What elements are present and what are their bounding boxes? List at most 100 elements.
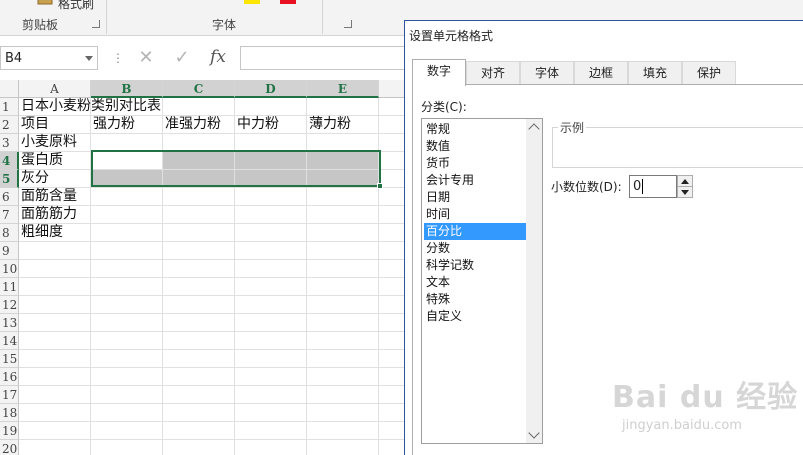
table-cell[interactable] [235,386,307,404]
table-cell[interactable] [91,242,163,260]
enter-icon[interactable]: ✓ [171,47,193,69]
row-header[interactable]: 2 [0,116,19,134]
table-cell[interactable] [19,314,91,332]
table-cell[interactable] [163,242,235,260]
table-cell[interactable] [235,332,307,350]
row-header[interactable]: 6 [0,188,19,206]
tab-4[interactable]: 填充 [628,61,682,85]
formula-input[interactable] [240,46,420,70]
table-cell[interactable] [307,314,379,332]
row-header[interactable]: 4 [0,152,19,170]
table-cell[interactable] [91,296,163,314]
table-cell[interactable] [235,278,307,296]
table-cell[interactable] [307,152,379,170]
table-cell[interactable] [163,404,235,422]
table-cell[interactable] [163,314,235,332]
row-header[interactable]: 11 [0,278,19,296]
table-cell[interactable] [163,350,235,368]
table-cell[interactable] [163,386,235,404]
decimal-places-input[interactable]: 0 [629,175,677,198]
table-cell[interactable] [91,260,163,278]
table-cell[interactable] [91,206,163,224]
table-cell[interactable] [307,386,379,404]
table-cell[interactable] [307,224,379,242]
insert-function-icon[interactable]: fx [207,47,229,69]
table-cell[interactable] [19,422,91,440]
table-cell[interactable] [307,242,379,260]
row-header[interactable]: 9 [0,242,19,260]
category-item[interactable]: 货币 [424,155,526,172]
table-cell[interactable] [163,332,235,350]
table-cell[interactable] [91,440,163,455]
table-cell[interactable] [91,350,163,368]
table-cell[interactable]: 日本小麦粉类别对比表 [19,98,161,116]
spin-up-icon[interactable] [681,179,689,184]
table-cell[interactable] [19,386,91,404]
table-cell[interactable] [307,368,379,386]
table-cell[interactable] [163,278,235,296]
table-cell[interactable]: 项目 [19,116,91,134]
table-cell[interactable] [235,134,307,152]
name-box[interactable]: B4 [0,46,98,70]
row-header[interactable]: 18 [0,404,19,422]
row-header[interactable]: 20 [0,440,19,455]
table-cell[interactable] [307,278,379,296]
column-header[interactable]: C [163,80,235,98]
column-header[interactable]: A [19,80,91,98]
tab-2[interactable]: 字体 [520,61,574,85]
column-header[interactable]: E [307,80,379,98]
spin-down-icon[interactable] [681,190,689,195]
table-cell[interactable] [235,260,307,278]
category-item[interactable]: 常规 [424,121,526,138]
table-cell[interactable] [307,206,379,224]
table-cell[interactable] [235,206,307,224]
category-item[interactable]: 日期 [424,189,526,206]
table-cell[interactable] [91,278,163,296]
column-header[interactable]: D [235,80,307,98]
table-cell[interactable] [19,368,91,386]
table-cell[interactable] [91,386,163,404]
table-cell[interactable] [235,242,307,260]
cancel-icon[interactable]: ✕ [135,47,157,69]
table-cell[interactable] [91,170,163,188]
table-cell[interactable] [307,134,379,152]
table-cell[interactable] [307,440,379,455]
table-cell[interactable]: 面筋含量 [19,188,91,206]
row-header[interactable]: 10 [0,260,19,278]
highlight-color-swatch[interactable] [244,0,260,4]
table-cell[interactable] [91,314,163,332]
category-item[interactable]: 时间 [424,206,526,223]
table-cell[interactable] [19,242,91,260]
table-cell[interactable]: 小麦原料 [19,134,91,152]
table-cell[interactable] [163,188,235,206]
table-cell[interactable] [307,404,379,422]
tab-0[interactable]: 数字 [412,59,466,86]
table-cell[interactable] [235,404,307,422]
table-cell[interactable] [19,332,91,350]
table-cell[interactable]: 中力粉 [235,116,307,134]
row-header[interactable]: 12 [0,296,19,314]
category-item[interactable]: 自定义 [424,308,526,325]
select-all-corner[interactable] [0,80,19,98]
table-cell[interactable]: 强力粉 [91,116,163,134]
row-header[interactable]: 17 [0,386,19,404]
clipboard-dialog-launcher[interactable] [92,20,100,28]
table-cell[interactable] [163,134,235,152]
font-color-swatch[interactable] [280,0,296,4]
table-cell[interactable] [235,350,307,368]
category-item[interactable]: 数值 [424,138,526,155]
table-cell[interactable] [91,134,163,152]
table-cell[interactable] [307,422,379,440]
table-cell[interactable] [19,350,91,368]
table-cell[interactable]: 面筋筋力 [19,206,91,224]
chevron-down-icon[interactable] [85,56,93,61]
table-cell[interactable]: 准强力粉 [163,116,235,134]
row-header[interactable]: 19 [0,422,19,440]
table-cell[interactable] [235,422,307,440]
table-cell[interactable] [163,170,235,188]
category-item[interactable]: 百分比 [424,223,526,240]
table-cell[interactable] [235,152,307,170]
table-cell[interactable] [91,224,163,242]
table-cell[interactable] [163,206,235,224]
category-item[interactable]: 特殊 [424,291,526,308]
